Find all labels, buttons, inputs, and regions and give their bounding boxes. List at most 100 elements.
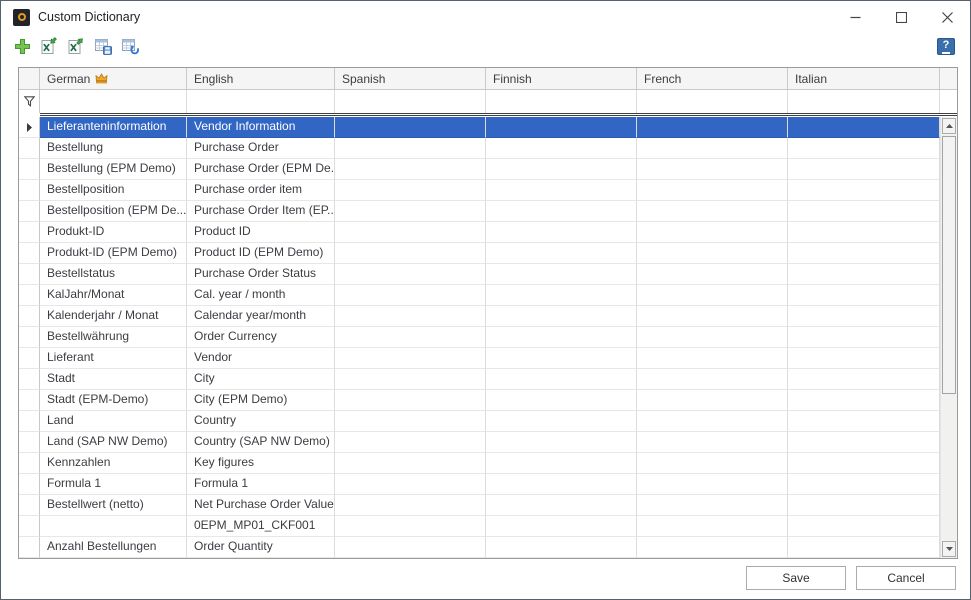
cell-english[interactable]: Vendor Information <box>187 117 335 138</box>
cell-italian[interactable] <box>788 348 940 369</box>
column-header-italian[interactable]: Italian <box>788 68 940 89</box>
cell-finnish[interactable] <box>486 222 637 243</box>
row-header[interactable] <box>19 495 40 516</box>
table-row[interactable]: StadtCity <box>19 369 957 390</box>
save-button[interactable]: Save <box>746 566 846 590</box>
cell-english[interactable]: 0EPM_MP01_CKF001 <box>187 516 335 537</box>
table-row[interactable]: LieferantVendor <box>19 348 957 369</box>
cell-italian[interactable] <box>788 222 940 243</box>
cell-german[interactable]: Kalenderjahr / Monat <box>40 306 187 327</box>
export-to-excel-button[interactable] <box>65 35 87 57</box>
table-row[interactable]: BestellstatusPurchase Order Status <box>19 264 957 285</box>
cell-italian[interactable] <box>788 285 940 306</box>
row-header[interactable] <box>19 138 40 159</box>
cell-italian[interactable] <box>788 495 940 516</box>
column-header-english[interactable]: English <box>187 68 335 89</box>
row-header[interactable] <box>19 180 40 201</box>
cell-spanish[interactable] <box>335 327 486 348</box>
cell-italian[interactable] <box>788 369 940 390</box>
cell-french[interactable] <box>637 138 788 159</box>
cell-english[interactable]: Key figures <box>187 453 335 474</box>
cell-german[interactable] <box>40 516 187 537</box>
cell-italian[interactable] <box>788 516 940 537</box>
cell-finnish[interactable] <box>486 306 637 327</box>
cell-finnish[interactable] <box>486 327 637 348</box>
cell-finnish[interactable] <box>486 243 637 264</box>
cell-german[interactable]: Bestellposition (EPM De... <box>40 201 187 222</box>
cell-english[interactable]: Purchase order item <box>187 180 335 201</box>
table-row[interactable]: Land (SAP NW Demo)Country (SAP NW Demo) <box>19 432 957 453</box>
cell-spanish[interactable] <box>335 495 486 516</box>
cell-french[interactable] <box>637 516 788 537</box>
cell-english[interactable]: Order Quantity <box>187 537 335 558</box>
save-table-layout-button[interactable] <box>92 35 114 57</box>
cell-spanish[interactable] <box>335 138 486 159</box>
cell-german[interactable]: Formula 1 <box>40 474 187 495</box>
cell-french[interactable] <box>637 159 788 180</box>
cell-german[interactable]: Bestellwährung <box>40 327 187 348</box>
cell-spanish[interactable] <box>335 117 486 138</box>
table-row[interactable]: KalJahr/MonatCal. year / month <box>19 285 957 306</box>
cell-finnish[interactable] <box>486 117 637 138</box>
row-header[interactable] <box>19 222 40 243</box>
cell-english[interactable]: Calendar year/month <box>187 306 335 327</box>
row-header[interactable] <box>19 369 40 390</box>
cell-english[interactable]: Purchase Order (EPM De... <box>187 159 335 180</box>
cell-french[interactable] <box>637 474 788 495</box>
cell-german[interactable]: Bestellwert (netto) <box>40 495 187 516</box>
table-row[interactable]: BestellpositionPurchase order item <box>19 180 957 201</box>
cell-french[interactable] <box>637 306 788 327</box>
cell-german[interactable]: Stadt <box>40 369 187 390</box>
cell-german[interactable]: Bestellung <box>40 138 187 159</box>
table-row[interactable]: Produkt-ID (EPM Demo)Product ID (EPM Dem… <box>19 243 957 264</box>
table-row[interactable]: Formula 1Formula 1 <box>19 474 957 495</box>
cell-finnish[interactable] <box>486 285 637 306</box>
row-header[interactable] <box>19 201 40 222</box>
filter-cell-italian[interactable] <box>788 90 940 113</box>
row-header[interactable] <box>19 516 40 537</box>
cell-italian[interactable] <box>788 411 940 432</box>
cell-french[interactable] <box>637 411 788 432</box>
cell-german[interactable]: Bestellstatus <box>40 264 187 285</box>
cell-french[interactable] <box>637 432 788 453</box>
cell-spanish[interactable] <box>335 453 486 474</box>
cell-spanish[interactable] <box>335 432 486 453</box>
cell-english[interactable]: Cal. year / month <box>187 285 335 306</box>
filter-cell-english[interactable] <box>187 90 335 113</box>
table-row[interactable]: Produkt-IDProduct ID <box>19 222 957 243</box>
cell-finnish[interactable] <box>486 159 637 180</box>
row-header[interactable] <box>19 327 40 348</box>
cell-finnish[interactable] <box>486 495 637 516</box>
cell-german[interactable]: Anzahl Bestellungen <box>40 537 187 558</box>
cell-french[interactable] <box>637 369 788 390</box>
cell-german[interactable]: Produkt-ID (EPM Demo) <box>40 243 187 264</box>
cell-italian[interactable] <box>788 201 940 222</box>
table-row[interactable]: BestellwährungOrder Currency <box>19 327 957 348</box>
filter-cell-finnish[interactable] <box>486 90 637 113</box>
cell-finnish[interactable] <box>486 264 637 285</box>
cell-english[interactable]: Purchase Order <box>187 138 335 159</box>
row-header[interactable] <box>19 537 40 558</box>
table-row[interactable]: LandCountry <box>19 411 957 432</box>
cell-finnish[interactable] <box>486 369 637 390</box>
column-header-finnish[interactable]: Finnish <box>486 68 637 89</box>
cell-german[interactable]: Lieferant <box>40 348 187 369</box>
cell-french[interactable] <box>637 453 788 474</box>
table-row[interactable]: LieferanteninformationVendor Information <box>19 117 957 138</box>
cell-finnish[interactable] <box>486 390 637 411</box>
table-row[interactable]: Kalenderjahr / MonatCalendar year/month <box>19 306 957 327</box>
row-header[interactable] <box>19 264 40 285</box>
cell-german[interactable]: Stadt (EPM-Demo) <box>40 390 187 411</box>
cell-spanish[interactable] <box>335 201 486 222</box>
cell-spanish[interactable] <box>335 369 486 390</box>
table-row[interactable]: Bestellposition (EPM De...Purchase Order… <box>19 201 957 222</box>
cell-finnish[interactable] <box>486 453 637 474</box>
cell-french[interactable] <box>637 285 788 306</box>
filter-cell-german[interactable] <box>40 90 187 113</box>
cell-finnish[interactable] <box>486 180 637 201</box>
cell-english[interactable]: City (EPM Demo) <box>187 390 335 411</box>
scrollbar-up-button[interactable] <box>942 118 956 134</box>
cell-english[interactable]: Product ID (EPM Demo) <box>187 243 335 264</box>
cell-spanish[interactable] <box>335 390 486 411</box>
cell-finnish[interactable] <box>486 411 637 432</box>
